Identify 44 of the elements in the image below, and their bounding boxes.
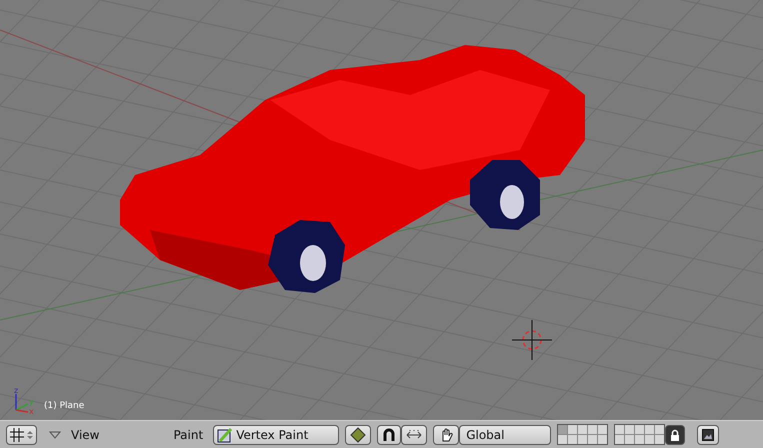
layer-button[interactable] [615, 435, 624, 444]
layer-button[interactable] [635, 435, 644, 444]
layer-button[interactable] [655, 435, 664, 444]
axis-label: y [29, 397, 34, 406]
layer-button[interactable] [598, 425, 608, 434]
hand-button[interactable] [433, 424, 460, 444]
layer-button[interactable] [645, 425, 654, 434]
manipulator-button[interactable] [401, 424, 428, 444]
axis-gizmo-icon [15, 394, 28, 413]
image-icon [702, 428, 714, 440]
layer-button[interactable] [625, 435, 634, 444]
shading-dropdown[interactable] [345, 424, 372, 444]
orientation-dropdown[interactable]: Global [459, 424, 552, 444]
pivot-dropdown[interactable] [377, 424, 402, 444]
mode-dropdown[interactable]: Vertex Paint [213, 424, 340, 444]
axis-label: x [29, 407, 34, 416]
lock-icon [670, 428, 680, 440]
layer-button[interactable] [588, 435, 598, 444]
layer-button[interactable] [598, 435, 608, 444]
render-button[interactable] [697, 424, 720, 444]
paintbrush-icon [217, 426, 234, 442]
layer-button[interactable] [645, 435, 654, 444]
layer-button[interactable] [558, 435, 568, 444]
layer-button[interactable] [578, 435, 588, 444]
magnet-icon [382, 428, 396, 442]
lock-button[interactable] [665, 424, 686, 444]
mode-label: Paint [172, 428, 204, 442]
up-down-arrows-icon [27, 430, 33, 440]
object-label: (1) Plane [44, 401, 84, 411]
layer-button[interactable] [588, 425, 598, 434]
layer-button[interactable] [615, 425, 624, 434]
layer-button[interactable] [635, 425, 644, 434]
3d-cursor-icon [512, 320, 552, 360]
layer-button[interactable] [578, 425, 588, 434]
collapse-triangle-icon[interactable] [49, 430, 61, 438]
editor-type-button[interactable] [6, 424, 37, 444]
layer-button[interactable] [655, 425, 664, 434]
view-menu[interactable]: View [67, 428, 104, 442]
grid-icon [10, 428, 24, 442]
layer-button[interactable] [625, 425, 634, 434]
axis-label: z [14, 386, 18, 395]
layer-button[interactable] [568, 435, 578, 444]
layer-button[interactable] [568, 425, 578, 434]
arrows-icon [406, 428, 422, 440]
